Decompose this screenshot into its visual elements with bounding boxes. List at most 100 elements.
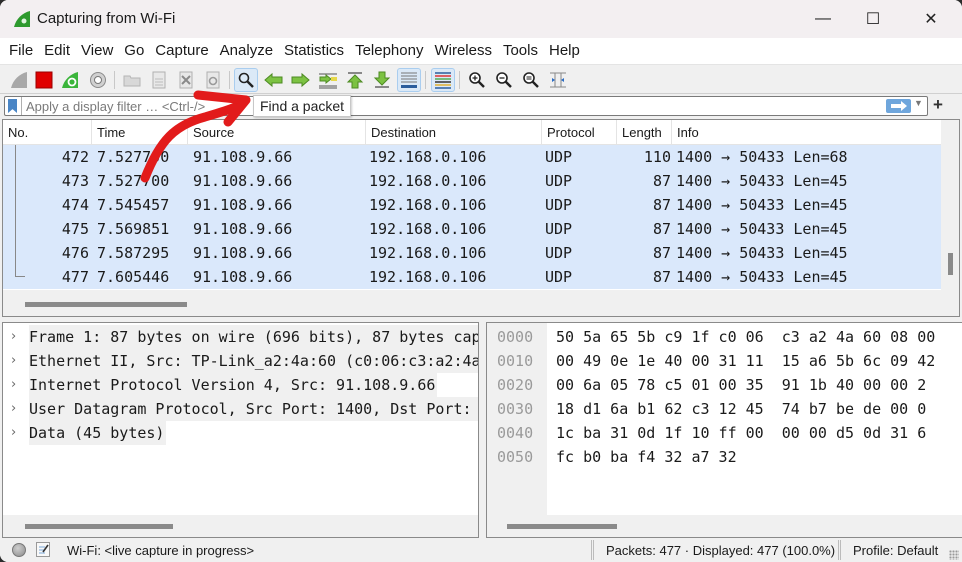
menu-tools[interactable]: Tools <box>498 38 543 64</box>
chevron-right-icon[interactable]: › <box>11 349 16 373</box>
resize-columns-icon <box>550 72 566 88</box>
capture-comment-icon[interactable] <box>36 542 50 557</box>
go-last-button[interactable] <box>370 68 394 92</box>
scrollbar-thumb[interactable] <box>25 302 187 307</box>
apply-filter-button[interactable] <box>886 99 911 113</box>
go-forward-button[interactable] <box>288 68 312 92</box>
byte-hex[interactable]: 00 6a 05 78 c5 01 00 35 91 1b 40 00 00 2 <box>556 373 926 397</box>
column-header-info[interactable]: Info <box>672 120 941 145</box>
profile-selector[interactable]: Profile: Default <box>853 543 938 558</box>
open-file-button[interactable] <box>120 68 144 92</box>
display-filter-input[interactable]: Apply a display filter … <Ctrl-/> ▼ <box>4 96 928 116</box>
colorize-icon <box>435 72 451 89</box>
find-packet-button[interactable] <box>234 68 258 92</box>
chevron-right-icon[interactable]: › <box>11 373 16 397</box>
packet-row[interactable]: 477 7.605446 91.108.9.66 192.168.0.106 U… <box>3 265 941 289</box>
cell-protocol: UDP <box>545 172 573 190</box>
detail-tree-item-frame[interactable]: › Frame 1: 87 bytes on wire (696 bits), … <box>3 325 478 349</box>
column-header-protocol[interactable]: Protocol <box>542 120 617 145</box>
bytes-horizontal-scrollbar[interactable] <box>487 515 962 537</box>
tree-line-end <box>15 265 25 277</box>
cell-time: 7.545457 <box>97 196 170 214</box>
autoscroll-button[interactable] <box>397 68 421 92</box>
details-horizontal-scrollbar[interactable] <box>3 515 478 537</box>
detail-tree-item-udp[interactable]: › User Datagram Protocol, Src Port: 1400… <box>3 397 478 421</box>
column-header-length[interactable]: Length <box>617 120 672 145</box>
packet-row[interactable]: 472 7.527700 91.108.9.66 192.168.0.106 U… <box>3 145 941 169</box>
resize-columns-button[interactable] <box>546 68 570 92</box>
packet-row[interactable]: 473 7.527700 91.108.9.66 192.168.0.106 U… <box>3 169 941 193</box>
go-back-button[interactable] <box>262 68 286 92</box>
go-first-button[interactable] <box>343 68 367 92</box>
filter-history-dropdown[interactable]: ▼ <box>914 98 923 108</box>
scrollbar-thumb[interactable] <box>948 253 953 275</box>
zoom-in-button[interactable] <box>465 68 489 92</box>
cell-length: 110 <box>643 148 671 166</box>
resize-grip-icon[interactable] <box>949 550 959 560</box>
byte-hex[interactable]: 00 49 0e 1e 40 00 31 11 15 a6 5b 6c 09 4… <box>556 349 935 373</box>
menu-view[interactable]: View <box>76 38 118 64</box>
minimize-button[interactable]: — <box>800 0 846 38</box>
capture-status-led-icon[interactable] <box>12 543 26 557</box>
packet-row[interactable]: 475 7.569851 91.108.9.66 192.168.0.106 U… <box>3 217 941 241</box>
window-title: Capturing from Wi-Fi <box>37 10 176 27</box>
chevron-right-icon[interactable]: › <box>11 325 16 349</box>
capture-options-button[interactable] <box>86 68 110 92</box>
arrow-down-icon <box>373 71 391 88</box>
byte-offset: 0030 <box>497 400 534 418</box>
detail-tree-item-ethernet[interactable]: › Ethernet II, Src: TP-Link_a2:4a:60 (c0… <box>3 349 478 373</box>
packet-row[interactable]: 474 7.545457 91.108.9.66 192.168.0.106 U… <box>3 193 941 217</box>
add-filter-button[interactable]: + <box>933 95 943 115</box>
detail-text: Ethernet II, Src: TP-Link_a2:4a:60 (c0:0… <box>29 349 478 373</box>
cell-source: 91.108.9.66 <box>193 148 293 166</box>
reload-file-button[interactable] <box>201 68 225 92</box>
chevron-right-icon[interactable]: › <box>11 421 16 445</box>
close-file-button[interactable] <box>174 68 198 92</box>
menu-help[interactable]: Help <box>544 38 585 64</box>
packet-list-vertical-scrollbar[interactable] <box>941 120 959 290</box>
save-file-button[interactable] <box>147 68 171 92</box>
byte-offset: 0000 <box>497 328 534 346</box>
detail-tree-item-ipv4[interactable]: › Internet Protocol Version 4, Src: 91.1… <box>3 373 478 397</box>
colorize-button[interactable] <box>431 68 455 92</box>
arrow-left-icon <box>264 72 283 88</box>
start-capture-button[interactable] <box>7 68 31 92</box>
byte-hex[interactable]: 18 d1 6a b1 62 c3 12 45 74 b7 be de 00 0 <box>556 397 926 421</box>
packet-list-horizontal-scrollbar[interactable] <box>3 290 959 316</box>
packet-row[interactable]: 476 7.587295 91.108.9.66 192.168.0.106 U… <box>3 241 941 265</box>
byte-hex[interactable]: fc b0 ba f4 32 a7 32 <box>556 445 737 469</box>
menu-go[interactable]: Go <box>119 38 149 64</box>
column-header-no[interactable]: No. <box>3 120 92 145</box>
column-header-time[interactable]: Time <box>92 120 188 145</box>
cell-source: 91.108.9.66 <box>193 196 293 214</box>
column-header-source[interactable]: Source <box>188 120 366 145</box>
go-to-packet-button[interactable] <box>316 68 340 92</box>
zoom-out-button[interactable] <box>492 68 516 92</box>
tree-line <box>15 241 16 265</box>
menu-capture[interactable]: Capture <box>150 38 213 64</box>
folder-icon <box>123 75 141 87</box>
detail-tree-item-data[interactable]: › Data (45 bytes) <box>3 421 478 445</box>
packet-count-text: Packets: 477 · Displayed: 477 (100.0%) <box>606 543 836 558</box>
menu-edit[interactable]: Edit <box>39 38 75 64</box>
menu-statistics[interactable]: Statistics <box>279 38 349 64</box>
scrollbar-thumb[interactable] <box>507 524 617 529</box>
close-button[interactable]: ✕ <box>908 0 954 38</box>
filter-placeholder: Apply a display filter … <Ctrl-/> <box>26 99 206 114</box>
menu-wireless[interactable]: Wireless <box>429 38 497 64</box>
normal-size-button[interactable] <box>519 68 543 92</box>
scrollbar-thumb[interactable] <box>25 524 173 529</box>
restart-capture-button[interactable] <box>58 68 82 92</box>
status-bar: Wi-Fi: <live capture in progress> Packet… <box>0 538 962 562</box>
column-header-destination[interactable]: Destination <box>366 120 542 145</box>
menu-telephony[interactable]: Telephony <box>350 38 428 64</box>
chevron-right-icon[interactable]: › <box>11 397 16 421</box>
stop-capture-button[interactable] <box>32 68 56 92</box>
bookmark-icon[interactable] <box>8 99 17 113</box>
maximize-button[interactable]: ☐ <box>850 0 896 38</box>
close-icon: ✕ <box>924 11 938 28</box>
byte-hex[interactable]: 1c ba 31 0d 1f 10 ff 00 00 00 d5 0d 31 6 <box>556 421 926 445</box>
menu-analyze[interactable]: Analyze <box>215 38 278 64</box>
byte-hex[interactable]: 50 5a 65 5b c9 1f c0 06 c3 a2 4a 60 08 0… <box>556 325 935 349</box>
menu-file[interactable]: File <box>4 38 38 64</box>
